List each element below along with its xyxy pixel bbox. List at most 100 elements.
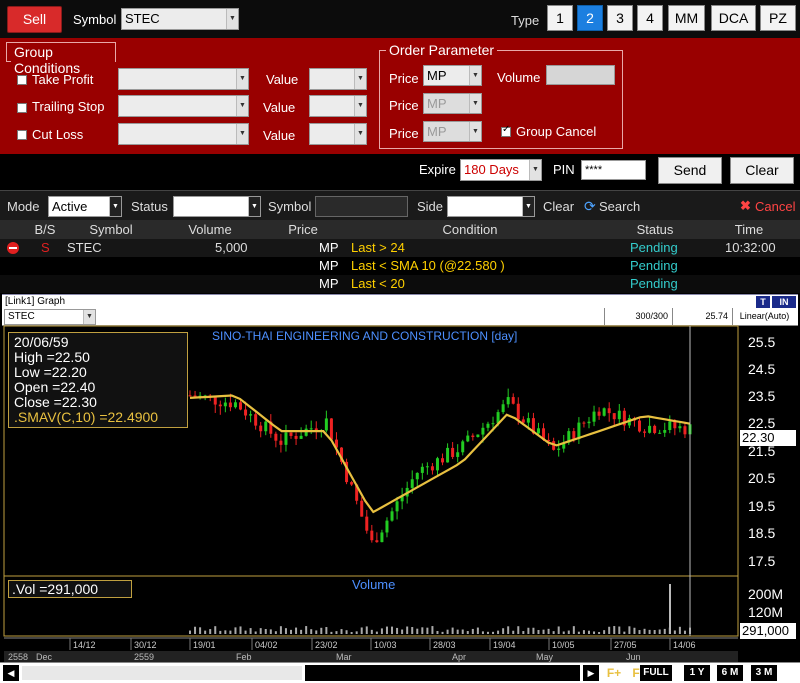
period-label: May <box>536 652 554 662</box>
price-select-2-value: MP <box>427 96 447 111</box>
chevron-down-icon[interactable]: ▼ <box>236 124 248 144</box>
volume-bar <box>199 627 202 634</box>
take-profit-select[interactable]: ▼ <box>118 68 249 90</box>
chevron-down-icon[interactable]: ▼ <box>469 94 481 113</box>
candle-body <box>506 397 510 405</box>
volume-bar <box>673 630 676 634</box>
chevron-down-icon[interactable]: ▼ <box>109 197 121 216</box>
info-close: Close =22.30 <box>14 394 97 410</box>
group-cancel-checkbox[interactable] <box>501 124 511 137</box>
trailing-stop-value-select[interactable]: ▼ <box>309 95 367 117</box>
zoom-in-icon[interactable]: F+ <box>603 665 625 681</box>
chevron-down-icon[interactable]: ▼ <box>354 124 366 144</box>
range-3m-button[interactable]: 3 M <box>751 665 777 681</box>
volume-bar <box>587 630 590 634</box>
cancel-order-icon[interactable] <box>7 242 19 254</box>
trailing-stop-select[interactable]: ▼ <box>118 95 249 117</box>
candle-body <box>395 501 399 512</box>
clear-button[interactable]: Clear <box>730 157 794 184</box>
table-row[interactable]: S STEC 5,000 MP Last > 24 Pending 10:32:… <box>0 239 800 257</box>
expire-select[interactable]: 180 Days ▼ <box>460 159 542 181</box>
candle-body <box>643 431 647 433</box>
volume-bar <box>249 628 252 634</box>
symbol-select[interactable]: STEC ▼ <box>121 8 239 30</box>
price-select-1[interactable]: MP ▼ <box>423 65 482 86</box>
type-button-2[interactable]: 2 <box>577 5 603 31</box>
price-select-2[interactable]: MP ▼ <box>423 93 482 114</box>
expire-label: Expire <box>419 162 456 177</box>
candle-body <box>274 433 278 441</box>
scroll-track[interactable] <box>22 666 302 680</box>
symbol-filter-label: Symbol <box>268 199 312 214</box>
range-full-button[interactable]: FULL <box>640 665 672 681</box>
chevron-down-icon[interactable]: ▼ <box>354 69 366 89</box>
send-button[interactable]: Send <box>658 157 722 184</box>
chevron-down-icon[interactable]: ▼ <box>522 197 534 216</box>
symbol-filter-input[interactable] <box>315 196 408 217</box>
chevron-down-icon[interactable]: ▼ <box>469 122 481 141</box>
volume-bar <box>678 626 681 634</box>
refresh-icon[interactable]: ⟳ <box>584 198 596 215</box>
chevron-down-icon[interactable]: ▼ <box>226 9 238 29</box>
candle-body <box>435 458 439 471</box>
scroll-thumb[interactable] <box>305 665 580 681</box>
chevron-down-icon[interactable]: ▼ <box>529 160 541 180</box>
take-profit-value-select[interactable]: ▼ <box>309 68 367 90</box>
candle-body <box>461 441 465 453</box>
sell-button[interactable]: Sell <box>7 6 62 33</box>
type-button-dca[interactable]: DCA <box>711 5 756 31</box>
pin-input[interactable]: **** <box>581 160 646 180</box>
candle-body <box>521 419 525 423</box>
price-tick: 18.5 <box>748 525 776 541</box>
chevron-down-icon[interactable]: ▼ <box>248 197 260 216</box>
trailing-stop-checkbox[interactable] <box>17 103 27 113</box>
volume-bar <box>486 631 489 634</box>
type-button-4[interactable]: 4 <box>637 5 663 31</box>
type-button-1[interactable]: 1 <box>547 5 573 31</box>
volume-bar <box>598 631 601 634</box>
row-condition: Last > 24 <box>351 240 405 255</box>
type-button-3[interactable]: 3 <box>607 5 633 31</box>
chevron-down-icon[interactable]: ▼ <box>236 96 248 116</box>
volume-bar <box>497 630 500 634</box>
candle-body <box>294 435 298 439</box>
candle-body <box>365 516 369 531</box>
scroll-left-icon[interactable]: ◀ <box>3 665 19 681</box>
volume-input[interactable] <box>546 65 615 85</box>
cancel-x-icon[interactable]: ✖ <box>740 198 751 214</box>
volume-bar <box>355 631 358 634</box>
cut-loss-checkbox[interactable] <box>17 130 27 140</box>
range-6m-button[interactable]: 6 M <box>717 665 743 681</box>
candle-body <box>385 520 389 533</box>
volume-bar <box>567 630 570 634</box>
candle-body <box>441 458 445 463</box>
chevron-down-icon[interactable]: ▼ <box>354 96 366 116</box>
mode-select[interactable]: Active ▼ <box>48 196 122 217</box>
table-row[interactable]: MP Last < SMA 10 (@22.580 ) Pending <box>0 257 800 275</box>
table-row[interactable]: MP Last < 20 Pending <box>0 275 800 293</box>
side-filter-select[interactable]: ▼ <box>447 196 535 217</box>
chevron-down-icon[interactable]: ▼ <box>236 69 248 89</box>
price-select-3[interactable]: MP ▼ <box>423 121 482 142</box>
price-tick: 23.5 <box>748 388 776 404</box>
symbol-label: Symbol <box>73 12 117 27</box>
status-filter-select[interactable]: ▼ <box>173 196 261 217</box>
type-button-pz[interactable]: PZ <box>760 5 796 31</box>
search-button[interactable]: Search <box>599 199 640 214</box>
candle-body <box>350 482 354 485</box>
orders-table-header: B/S Symbol Volume Price Condition Status… <box>0 220 800 239</box>
type-button-mm[interactable]: MM <box>668 5 705 31</box>
clear-filter-button[interactable]: Clear <box>543 199 574 214</box>
group-conditions-panel: Group Conditions Take Profit ▼ Value ▼ T… <box>0 38 800 154</box>
scroll-right-icon[interactable]: ▶ <box>583 665 599 681</box>
candle-body <box>228 402 232 408</box>
cut-loss-value-select[interactable]: ▼ <box>309 123 367 145</box>
range-1y-button[interactable]: 1 Y <box>684 665 710 681</box>
volume-bar <box>461 629 464 634</box>
cancel-button[interactable]: Cancel <box>755 199 795 214</box>
date-tick: 04/02 <box>255 640 278 650</box>
candle-body <box>653 425 657 433</box>
chevron-down-icon[interactable]: ▼ <box>469 66 481 85</box>
take-profit-checkbox[interactable] <box>17 75 27 85</box>
cut-loss-select[interactable]: ▼ <box>118 123 249 145</box>
